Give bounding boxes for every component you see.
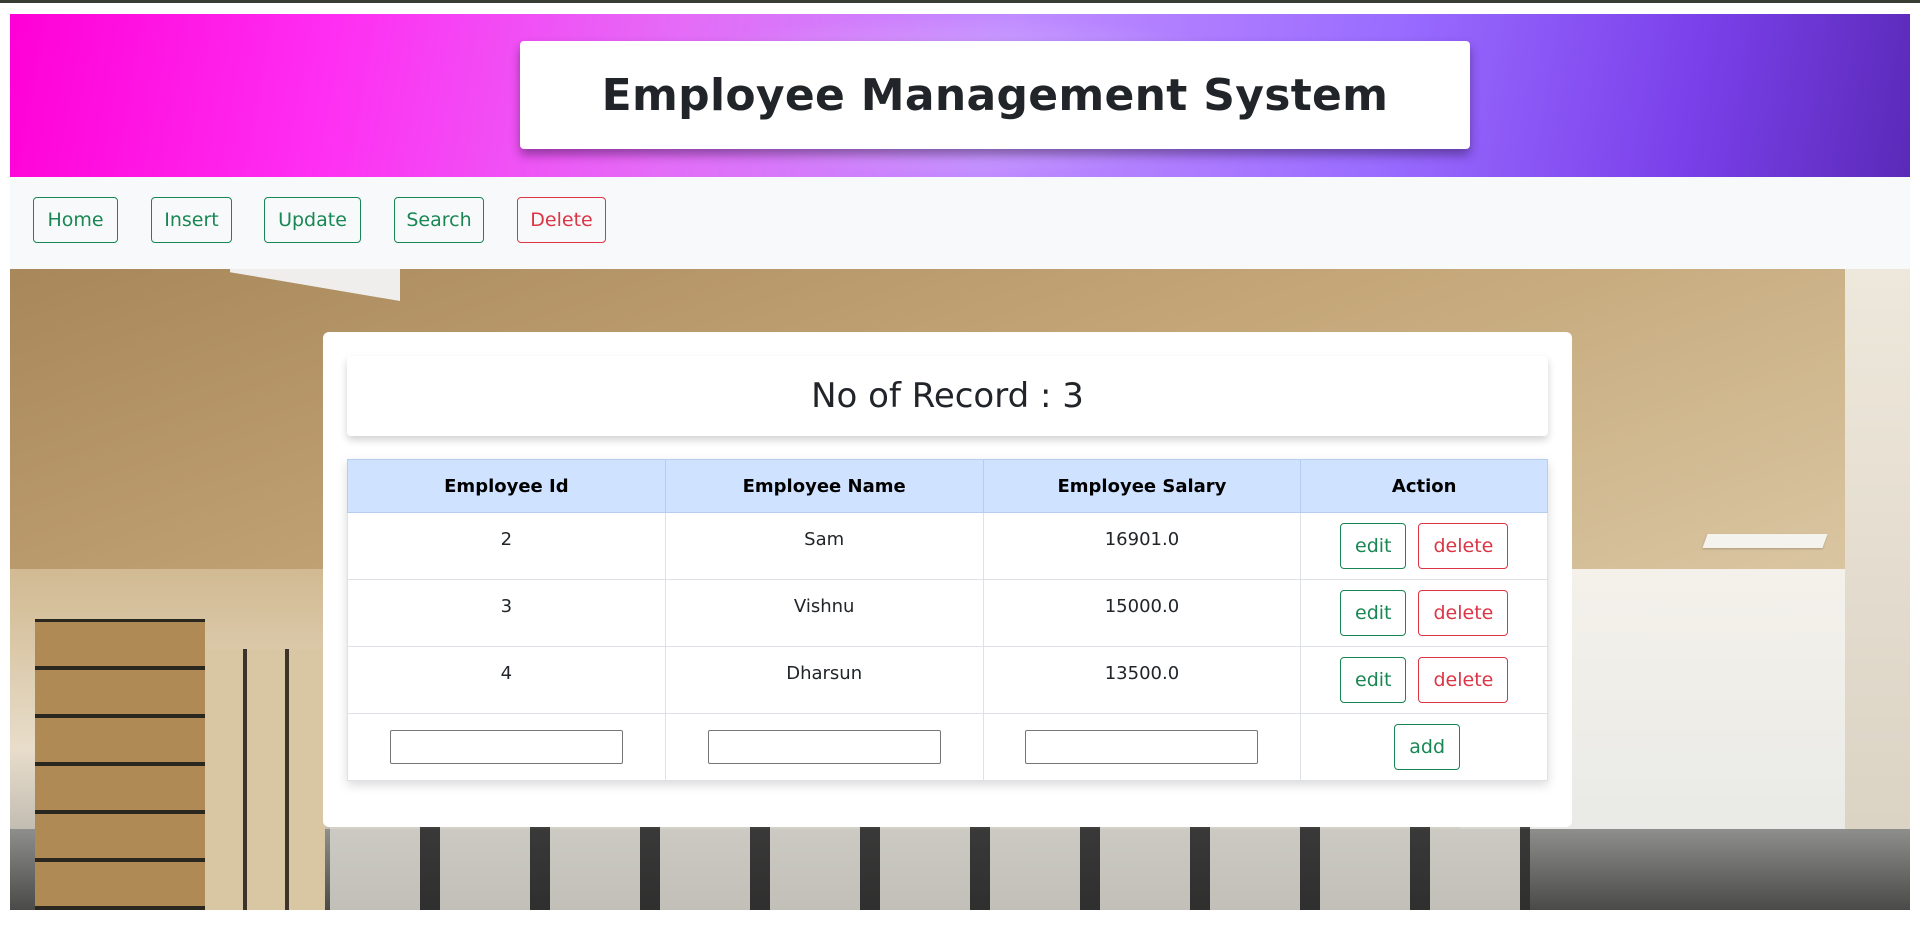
navbar: Home Insert Update Search Delete <box>10 177 1910 269</box>
add-cell: add <box>1300 713 1548 781</box>
cell-employee-id: 2 <box>347 512 666 580</box>
cell-employee-id: 4 <box>347 646 666 714</box>
bottom-strip <box>0 910 1920 926</box>
cell-employee-salary: 13500.0 <box>982 646 1302 714</box>
cell-action: edit delete <box>1300 646 1548 714</box>
delete-row-button[interactable]: delete <box>1418 522 1509 569</box>
insert-button[interactable]: Insert <box>151 197 232 243</box>
search-button[interactable]: Search <box>394 197 484 243</box>
table-row: 2 Sam 16901.0 edit delete <box>347 512 1548 580</box>
update-button[interactable]: Update <box>264 197 361 243</box>
delete-row-button[interactable]: delete <box>1418 589 1509 636</box>
cell-action: edit delete <box>1300 579 1548 647</box>
record-count-card: No of Record : 3 <box>347 356 1548 436</box>
home-button[interactable]: Home <box>33 197 118 243</box>
edit-button[interactable]: edit <box>1340 656 1407 703</box>
table-row: 3 Vishnu 15000.0 edit delete <box>347 579 1548 647</box>
column-header-action: Action <box>1300 459 1548 513</box>
delete-row-button[interactable]: delete <box>1418 656 1509 703</box>
table-header-row: Employee Id Employee Name Employee Salar… <box>347 459 1548 513</box>
new-employee-id-input[interactable] <box>389 729 623 764</box>
cell-employee-name: Vishnu <box>664 579 984 647</box>
page-title: Employee Management System <box>601 69 1389 121</box>
cell-action: edit delete <box>1300 512 1548 580</box>
add-button[interactable]: add <box>1394 723 1461 770</box>
employee-table: Employee Id Employee Name Employee Salar… <box>347 459 1548 781</box>
column-header-employee-salary: Employee Salary <box>982 459 1302 513</box>
cell-employee-name: Sam <box>664 512 984 580</box>
column-header-employee-id: Employee Id <box>347 459 666 513</box>
edit-button[interactable]: edit <box>1340 589 1407 636</box>
cell-employee-id: 3 <box>347 579 666 647</box>
bg-ceiling-lamp <box>1702 534 1828 548</box>
cell-employee-salary: 16901.0 <box>982 512 1302 580</box>
cell-employee-salary: 15000.0 <box>982 579 1302 647</box>
column-header-employee-name: Employee Name <box>664 459 984 513</box>
new-employee-name-input[interactable] <box>707 729 941 764</box>
delete-button[interactable]: Delete <box>517 197 606 243</box>
employee-table-card: No of Record : 3 Employee Id Employee Na… <box>323 332 1572 827</box>
new-employee-salary-input[interactable] <box>1025 729 1259 764</box>
record-count: No of Record : 3 <box>811 376 1084 416</box>
new-id-cell <box>347 713 666 781</box>
new-employee-row: add <box>347 713 1548 781</box>
new-name-cell <box>664 713 984 781</box>
title-card: Employee Management System <box>520 41 1470 149</box>
header-banner: Employee Management System <box>10 14 1910 177</box>
new-salary-cell <box>982 713 1302 781</box>
edit-button[interactable]: edit <box>1340 522 1407 569</box>
window-top-border <box>0 0 1920 3</box>
cell-employee-name: Dharsun <box>664 646 984 714</box>
bg-wall <box>1845 269 1910 910</box>
bg-bookshelf-2 <box>205 649 325 910</box>
bg-bookshelf <box>35 619 205 910</box>
table-row: 4 Dharsun 13500.0 edit delete <box>347 646 1548 714</box>
employee-table-wrapper: Employee Id Employee Name Employee Salar… <box>347 459 1548 781</box>
